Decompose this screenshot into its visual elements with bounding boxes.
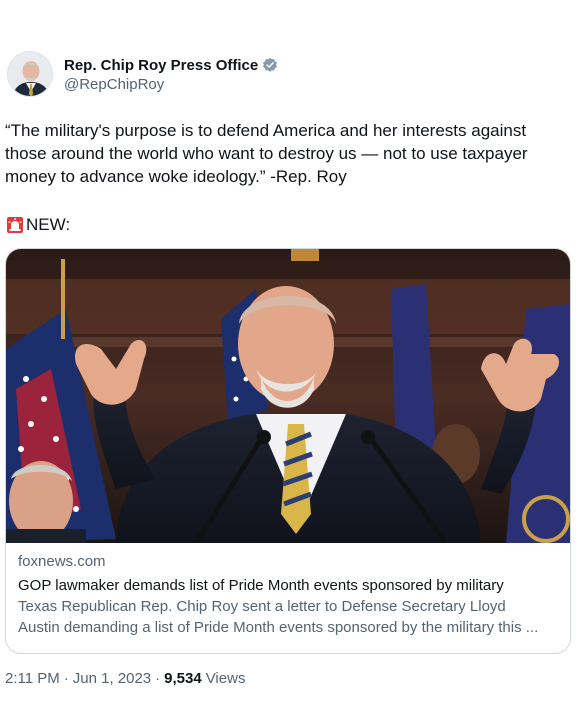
card-description-line-1: Texas Republican Rep. Chip Roy sent a le… [18,598,506,615]
verified-badge-icon [262,57,278,73]
name-row: Rep. Chip Roy Press Office [64,55,278,75]
card-domain[interactable]: foxnews.com [18,552,558,572]
user-handle[interactable]: @RepChipRoy [64,76,278,93]
card-description-line-2: Austin demanding a list of Pride Month e… [18,619,539,636]
display-name[interactable]: Rep. Chip Roy Press Office [64,57,258,74]
tweet-footer: 2:11 PM · Jun 1, 2023 · 9,534 Views [5,670,245,687]
tweet-header: Rep. Chip Roy Press Office @RepChipRoy [7,51,567,101]
tweet-time[interactable]: 2:11 PM [5,670,60,687]
card-title[interactable]: GOP lawmaker demands list of Pride Month… [18,575,558,596]
views-count: 9,534 [164,670,202,687]
author-names: Rep. Chip Roy Press Office @RepChipRoy [64,55,278,93]
photo-podium-icon [6,249,570,543]
separator: · [155,670,161,687]
new-label: NEW: [26,215,71,234]
rotating-light-icon [5,215,25,235]
new-label-line: NEW: [5,213,70,236]
card-meta: foxnews.com GOP lawmaker demands list of… [18,552,558,638]
card-image[interactable] [6,249,570,543]
avatar[interactable] [7,51,53,97]
link-preview-card[interactable]: foxnews.com GOP lawmaker demands list of… [5,248,571,654]
tweet-text: “The military's purpose is to defend Ame… [5,121,533,186]
tweet-date[interactable]: Jun 1, 2023 [73,670,151,687]
separator: · [63,670,69,687]
avatar-photo-icon [8,52,52,96]
views-label: Views [205,670,246,687]
